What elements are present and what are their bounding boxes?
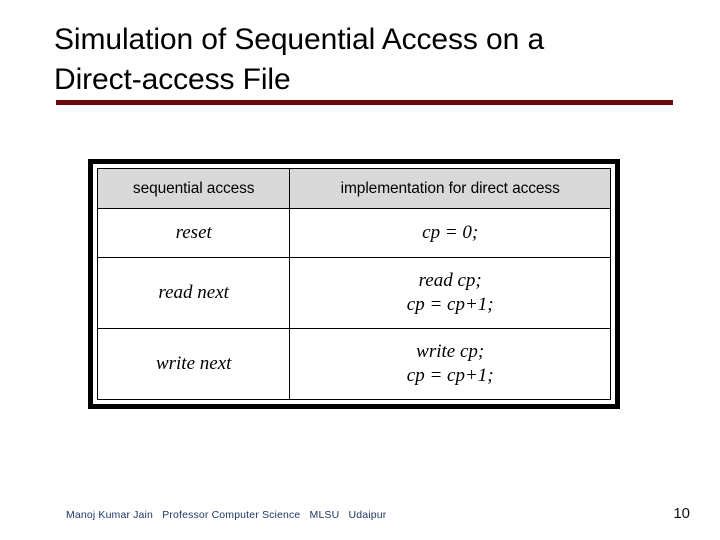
title-divider-rule [56, 100, 673, 105]
cell-sequential-access-read-next: read next [96, 257, 291, 330]
table-row: write next write cp; cp = cp+1; [96, 328, 611, 400]
table-header: sequential access implementation for dir… [96, 168, 611, 209]
sequential-access-table: sequential access implementation for dir… [96, 168, 611, 400]
cell-sequential-access-write-next: write next [96, 328, 291, 400]
cell-implementation-write-next: write cp; cp = cp+1; [289, 328, 611, 400]
slide-canvas: Simulation of Sequential Access on a Dir… [0, 0, 720, 540]
page-number: 10 [673, 505, 690, 522]
footer-author-note: Manoj Kumar Jain Professor Computer Scie… [66, 509, 387, 521]
cell-implementation-reset: cp = 0; [289, 207, 611, 259]
table-outer-frame: sequential access implementation for dir… [88, 159, 620, 409]
title-block: Simulation of Sequential Access on a Dir… [54, 20, 674, 100]
table-header-row: sequential access implementation for dir… [96, 168, 611, 209]
table-row: reset cp = 0; [96, 207, 611, 259]
table-row: read next read cp; cp = cp+1; [96, 257, 611, 330]
cell-sequential-access-reset: reset [96, 207, 291, 259]
table-body: reset cp = 0; read next read cp; cp = cp… [96, 207, 611, 400]
page-title: Simulation of Sequential Access on a Dir… [54, 23, 545, 96]
column-header-implementation: implementation for direct access [289, 168, 611, 209]
column-header-sequential-access: sequential access [96, 168, 291, 209]
cell-implementation-read-next: read cp; cp = cp+1; [289, 257, 611, 330]
